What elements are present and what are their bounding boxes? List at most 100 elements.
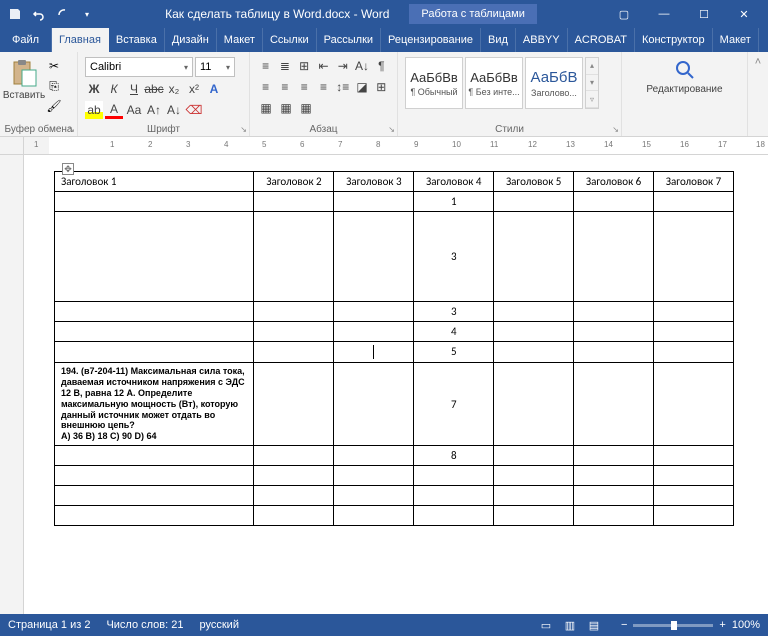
ribbon: Вставить ✂ ⎘ 🖌 Буфер обмена ↘ Calibri▾ 1… xyxy=(0,52,768,137)
undo-icon[interactable] xyxy=(28,3,50,25)
style-heading1[interactable]: АаБбВЗаголово... xyxy=(525,57,583,109)
question-text[interactable]: 194. (в7-204-11) Максимальная сила тока,… xyxy=(61,366,247,442)
decrease-indent-button[interactable]: ⇤ xyxy=(315,57,332,75)
styles-expand-icon[interactable]: ↘ xyxy=(612,125,619,134)
align-center-button[interactable]: ≡ xyxy=(276,78,293,96)
collapse-ribbon-icon[interactable]: ˄ xyxy=(748,52,768,136)
save-icon[interactable] xyxy=(4,3,26,25)
title-bar: ▾ Как сделать таблицу в Word.docx - Word… xyxy=(0,0,768,28)
window-buttons: ▢ — ☐ ✕ xyxy=(604,0,764,28)
zoom-control[interactable]: − + 100% xyxy=(621,619,760,631)
table-header-4[interactable]: Заголовок 4 xyxy=(414,172,494,192)
highlight-button[interactable]: ab xyxy=(85,101,103,119)
view-print-icon[interactable]: ▥ xyxy=(559,616,581,634)
tab-view[interactable]: Вид xyxy=(481,28,516,52)
styles-nav[interactable]: ▴▾▿ xyxy=(585,57,599,109)
increase-indent-button[interactable]: ⇥ xyxy=(334,57,351,75)
minimize-icon[interactable]: — xyxy=(644,0,684,28)
table-header-5[interactable]: Заголовок 5 xyxy=(494,172,574,192)
ribbon-tabs: Файл Главная Вставка Дизайн Макет Ссылки… xyxy=(0,28,768,52)
table-header-6[interactable]: Заголовок 6 xyxy=(574,172,654,192)
status-words[interactable]: Число слов: 21 xyxy=(106,619,183,631)
bullets-button[interactable]: ≡ xyxy=(257,57,274,75)
maximize-icon[interactable]: ☐ xyxy=(684,0,724,28)
underline-button[interactable]: Ч xyxy=(125,80,143,98)
italic-button[interactable]: К xyxy=(105,80,123,98)
font-color-button[interactable]: A xyxy=(105,101,123,119)
table-header-7[interactable]: Заголовок 7 xyxy=(654,172,734,192)
font-expand-icon[interactable]: ↘ xyxy=(240,125,247,134)
subscript-button[interactable]: x₂ xyxy=(165,80,183,98)
document-page[interactable]: ✥ Заголовок 1 Заголовок 2 Заголовок 3 За… xyxy=(24,155,768,614)
close-icon[interactable]: ✕ xyxy=(724,0,764,28)
clear-format-button[interactable]: ⌫ xyxy=(185,101,203,119)
tab-design[interactable]: Дизайн xyxy=(165,28,217,52)
shading-button[interactable]: ◪ xyxy=(353,78,370,96)
quick-access-toolbar: ▾ xyxy=(4,3,98,25)
superscript-button[interactable]: x² xyxy=(185,80,203,98)
tab-home[interactable]: Главная xyxy=(52,28,109,52)
strike-button[interactable]: abc xyxy=(145,80,163,98)
qat-more-icon[interactable]: ▾ xyxy=(76,3,98,25)
tab-review[interactable]: Рецензирование xyxy=(381,28,481,52)
font-size-combo[interactable]: 11▾ xyxy=(195,57,235,77)
style-nospace[interactable]: АаБбВв¶ Без инте... xyxy=(465,57,523,109)
table-header-2[interactable]: Заголовок 2 xyxy=(254,172,334,192)
align-right-button[interactable]: ≡ xyxy=(296,78,313,96)
cell-align-tl[interactable]: ▦ xyxy=(257,99,275,117)
justify-button[interactable]: ≡ xyxy=(315,78,332,96)
paste-button[interactable]: Вставить xyxy=(4,54,44,105)
redo-icon[interactable] xyxy=(52,3,74,25)
cell-align-tc[interactable]: ▦ xyxy=(277,99,295,117)
tab-acrobat[interactable]: ACROBAT xyxy=(568,28,635,52)
style-normal[interactable]: АаБбВв¶ Обычный xyxy=(405,57,463,109)
tab-table-design[interactable]: Конструктор xyxy=(635,28,713,52)
sort-button[interactable]: A↓ xyxy=(353,57,370,75)
tab-layout[interactable]: Макет xyxy=(217,28,263,52)
group-styles: АаБбВв¶ Обычный АаБбВв¶ Без инте... АаБб… xyxy=(398,52,622,136)
copy-icon[interactable]: ⎘ xyxy=(46,78,62,94)
align-left-button[interactable]: ≡ xyxy=(257,78,274,96)
grow-font-button[interactable]: A↑ xyxy=(145,101,163,119)
editing-button[interactable]: Редактирование xyxy=(665,54,705,99)
zoom-slider[interactable] xyxy=(633,624,713,627)
para-expand-icon[interactable]: ↘ xyxy=(388,125,395,134)
borders-button[interactable]: ⊞ xyxy=(373,78,390,96)
tab-file[interactable]: Файл xyxy=(0,28,52,52)
numbering-button[interactable]: ≣ xyxy=(276,57,293,75)
shrink-font-button[interactable]: A↓ xyxy=(165,101,183,119)
document-title: Как сделать таблицу в Word.docx - Word Р… xyxy=(98,4,604,24)
status-lang[interactable]: русский xyxy=(200,619,239,631)
tab-help[interactable]: ♀ Помощь xyxy=(759,28,768,52)
cell-align-tr[interactable]: ▦ xyxy=(297,99,315,117)
change-case-button[interactable]: Aa xyxy=(125,101,143,119)
status-page[interactable]: Страница 1 из 2 xyxy=(8,619,90,631)
multilevel-button[interactable]: ⊞ xyxy=(296,57,313,75)
tab-references[interactable]: Ссылки xyxy=(263,28,317,52)
tab-insert[interactable]: Вставка xyxy=(109,28,165,52)
table-header-3[interactable]: Заголовок 3 xyxy=(334,172,414,192)
tab-abbyy[interactable]: ABBYY xyxy=(516,28,568,52)
tab-table-layout[interactable]: Макет xyxy=(713,28,759,52)
ribbon-options-icon[interactable]: ▢ xyxy=(604,0,644,28)
table-header-1[interactable]: Заголовок 1 xyxy=(55,172,254,192)
tab-mailings[interactable]: Рассылки xyxy=(317,28,381,52)
horizontal-ruler[interactable]: 1123456789101112131415161718 xyxy=(0,137,768,155)
table-move-handle[interactable]: ✥ xyxy=(62,163,74,175)
show-marks-button[interactable]: ¶ xyxy=(373,57,390,75)
clipboard-expand-icon[interactable]: ↘ xyxy=(68,125,75,134)
format-painter-icon[interactable]: 🖌 xyxy=(46,98,62,114)
font-name-combo[interactable]: Calibri▾ xyxy=(85,57,193,77)
cut-icon[interactable]: ✂ xyxy=(46,58,62,74)
view-web-icon[interactable]: ▤ xyxy=(583,616,605,634)
status-bar: Страница 1 из 2 Число слов: 21 русский ▭… xyxy=(0,614,768,636)
line-spacing-button[interactable]: ↕≡ xyxy=(334,78,351,96)
zoom-out-icon[interactable]: − xyxy=(621,619,627,631)
zoom-in-icon[interactable]: + xyxy=(719,619,725,631)
bold-button[interactable]: Ж xyxy=(85,80,103,98)
view-read-icon[interactable]: ▭ xyxy=(535,616,557,634)
zoom-level[interactable]: 100% xyxy=(732,619,760,631)
text-effects-button[interactable]: A xyxy=(205,80,223,98)
vertical-ruler[interactable] xyxy=(0,155,24,614)
document-table[interactable]: Заголовок 1 Заголовок 2 Заголовок 3 Заго… xyxy=(54,171,734,526)
